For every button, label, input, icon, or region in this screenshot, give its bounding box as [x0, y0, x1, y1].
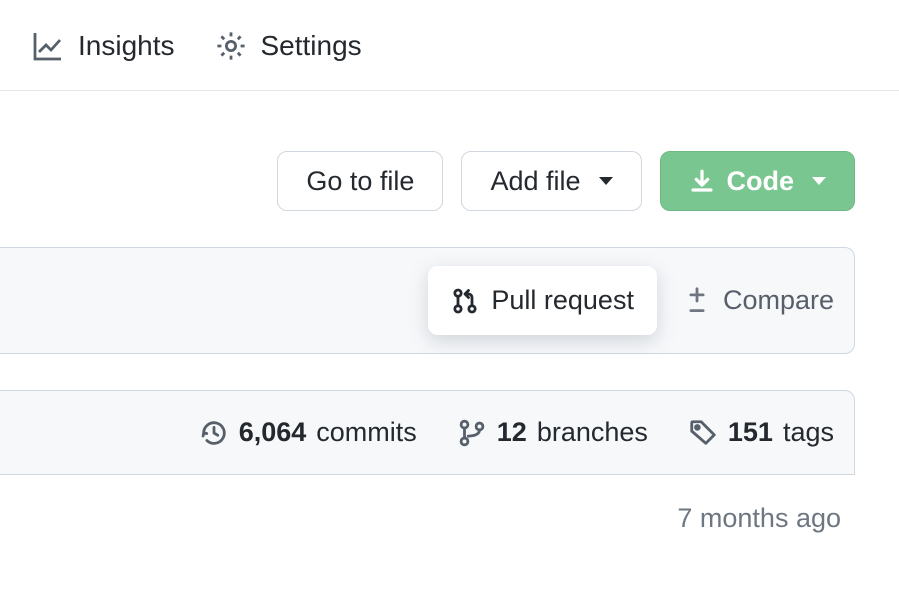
- branch-action-bar: Pull request Compare: [0, 247, 855, 354]
- tab-settings-label: Settings: [261, 30, 362, 62]
- branches-link[interactable]: 12 branches: [457, 417, 648, 448]
- commits-label: commits: [316, 417, 417, 448]
- tags-count: 151: [728, 417, 773, 448]
- caret-down-icon: [599, 177, 613, 185]
- graph-icon: [32, 30, 64, 62]
- tab-insights[interactable]: Insights: [32, 30, 175, 62]
- caret-down-icon: [812, 177, 826, 185]
- pull-request-button[interactable]: Pull request: [428, 266, 657, 335]
- commits-link[interactable]: 6,064 commits: [199, 417, 417, 448]
- add-file-label: Add file: [490, 168, 580, 195]
- git-branch-icon: [457, 418, 487, 448]
- tab-settings[interactable]: Settings: [215, 30, 362, 62]
- go-to-file-button[interactable]: Go to file: [277, 151, 443, 211]
- repo-stats-bar: 6,064 commits 12 branches 151 tags: [0, 390, 855, 475]
- repo-nav-tabs: Insights Settings: [0, 0, 899, 91]
- tab-insights-label: Insights: [78, 30, 175, 62]
- file-timestamp: 7 months ago: [677, 503, 841, 534]
- code-button[interactable]: Code: [660, 151, 856, 211]
- gear-icon: [215, 30, 247, 62]
- compare-label: Compare: [723, 285, 834, 316]
- tags-link[interactable]: 151 tags: [688, 417, 834, 448]
- code-label: Code: [727, 168, 795, 195]
- git-pull-request-icon: [451, 287, 479, 315]
- go-to-file-label: Go to file: [306, 168, 414, 195]
- pull-request-label: Pull request: [491, 285, 634, 316]
- branches-label: branches: [537, 417, 648, 448]
- history-icon: [199, 418, 229, 448]
- add-file-button[interactable]: Add file: [461, 151, 641, 211]
- tag-icon: [688, 418, 718, 448]
- commits-count: 6,064: [239, 417, 307, 448]
- branches-count: 12: [497, 417, 527, 448]
- download-icon: [689, 168, 715, 194]
- diff-icon: [683, 287, 711, 315]
- compare-link[interactable]: Compare: [675, 285, 842, 316]
- file-actions-row: Go to file Add file Code: [0, 91, 899, 211]
- file-listing-row: 7 months ago: [0, 475, 899, 534]
- tags-label: tags: [783, 417, 834, 448]
